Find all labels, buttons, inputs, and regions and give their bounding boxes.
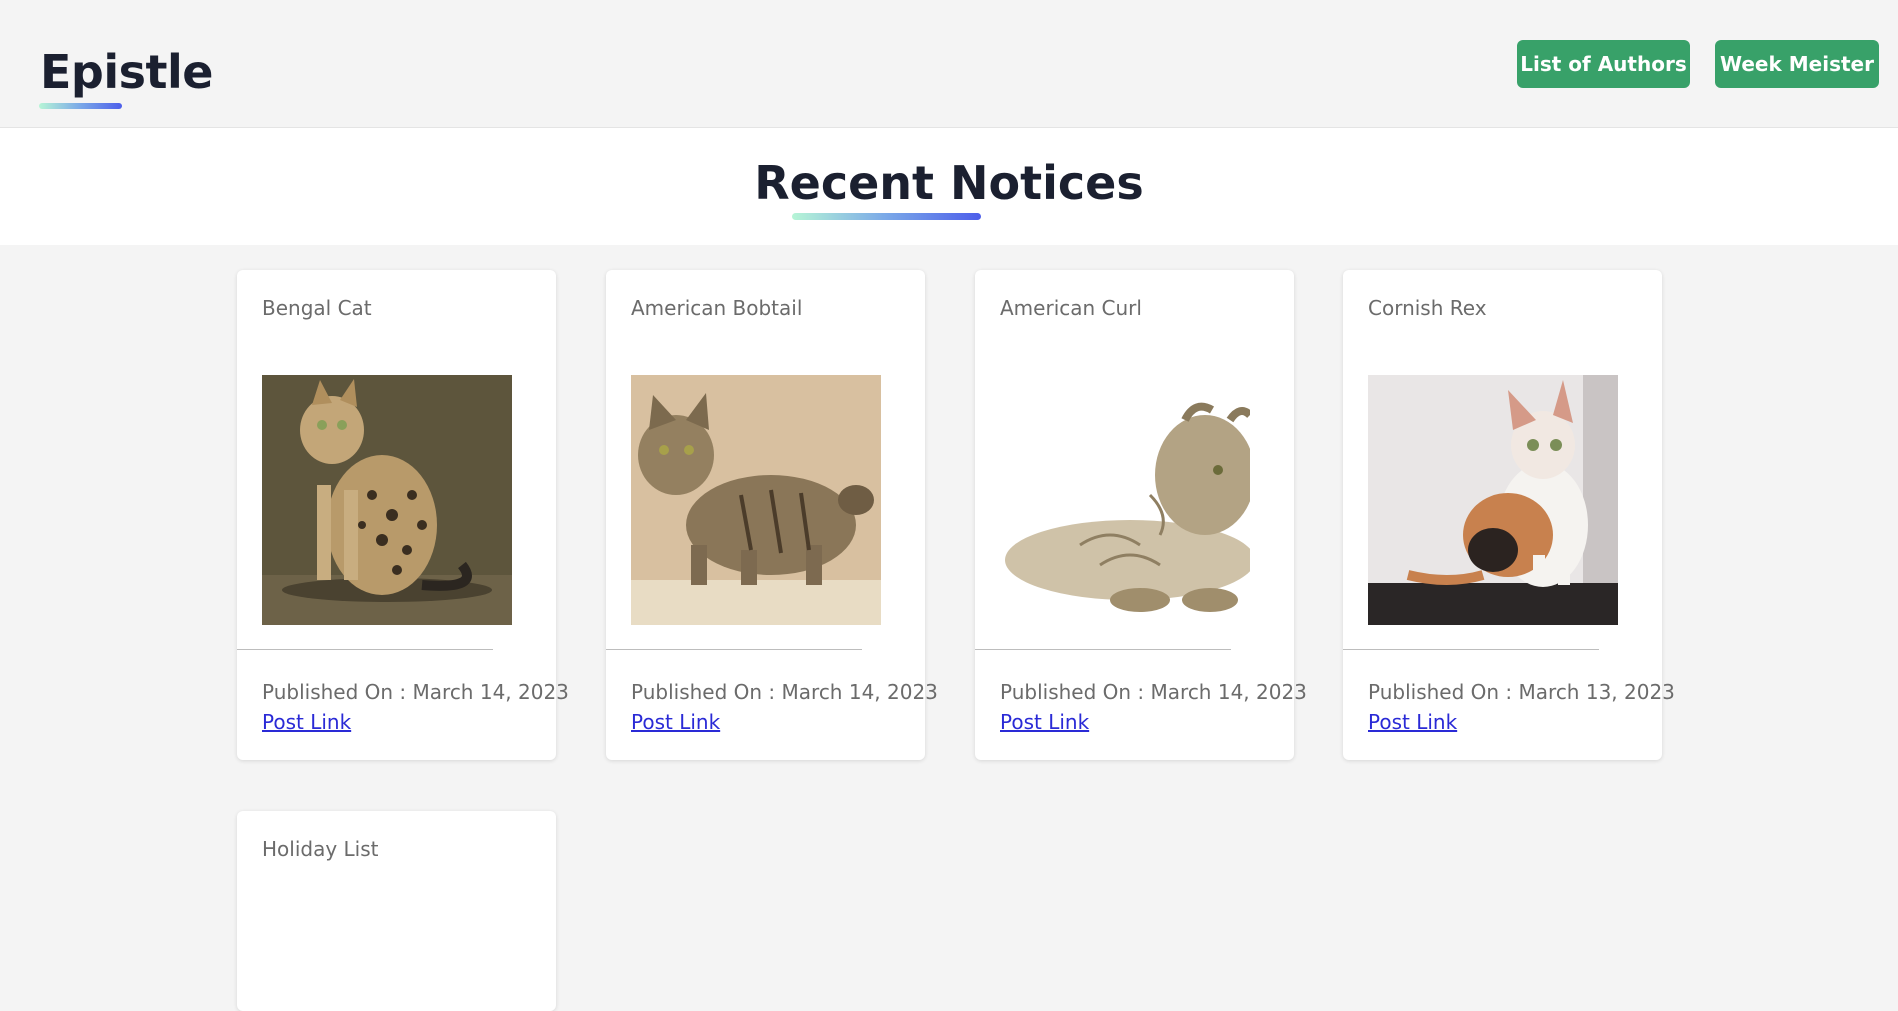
notice-card: American Curl Published On : March 14, 2… xyxy=(975,270,1307,760)
card-title: American Curl xyxy=(1000,296,1142,320)
card-title: American Bobtail xyxy=(631,296,803,320)
cat-image xyxy=(262,375,512,625)
notice-card: Bengal Cat Published On : March 14, 2023… xyxy=(237,270,569,760)
cat-image xyxy=(631,375,881,625)
published-date: Published On : March 14, 2023 xyxy=(631,680,938,704)
published-date: Published On : March 14, 2023 xyxy=(1000,680,1307,704)
card-divider xyxy=(237,649,493,650)
card-title: Holiday List xyxy=(262,837,379,861)
site-header: Epistle List of Authors Week Meister xyxy=(0,0,1898,128)
cat-image xyxy=(1000,375,1250,625)
published-date: Published On : March 13, 2023 xyxy=(1368,680,1675,704)
week-meister-button[interactable]: Week Meister xyxy=(1715,40,1879,88)
card-divider xyxy=(975,649,1231,650)
card-divider xyxy=(1343,649,1599,650)
notice-card: Holiday List xyxy=(237,811,556,1011)
card-title: Bengal Cat xyxy=(262,296,372,320)
post-link[interactable]: Post Link xyxy=(631,710,720,734)
post-link[interactable]: Post Link xyxy=(1368,710,1457,734)
card-divider xyxy=(606,649,862,650)
logo-underline xyxy=(39,103,122,109)
notice-card: Cornish Rex Published On : March 13, 202… xyxy=(1343,270,1675,760)
post-link[interactable]: Post Link xyxy=(262,710,351,734)
notice-card: American Bobtail Published On : March 14… xyxy=(606,270,938,760)
title-underline xyxy=(792,213,981,220)
published-date: Published On : March 14, 2023 xyxy=(262,680,569,704)
site-logo[interactable]: Epistle xyxy=(40,44,213,100)
cat-image xyxy=(1368,375,1618,625)
post-link[interactable]: Post Link xyxy=(1000,710,1089,734)
card-title: Cornish Rex xyxy=(1368,296,1487,320)
hero-section: Recent Notices xyxy=(0,128,1898,245)
page-title: Recent Notices xyxy=(754,156,1144,210)
list-of-authors-button[interactable]: List of Authors xyxy=(1517,40,1690,88)
